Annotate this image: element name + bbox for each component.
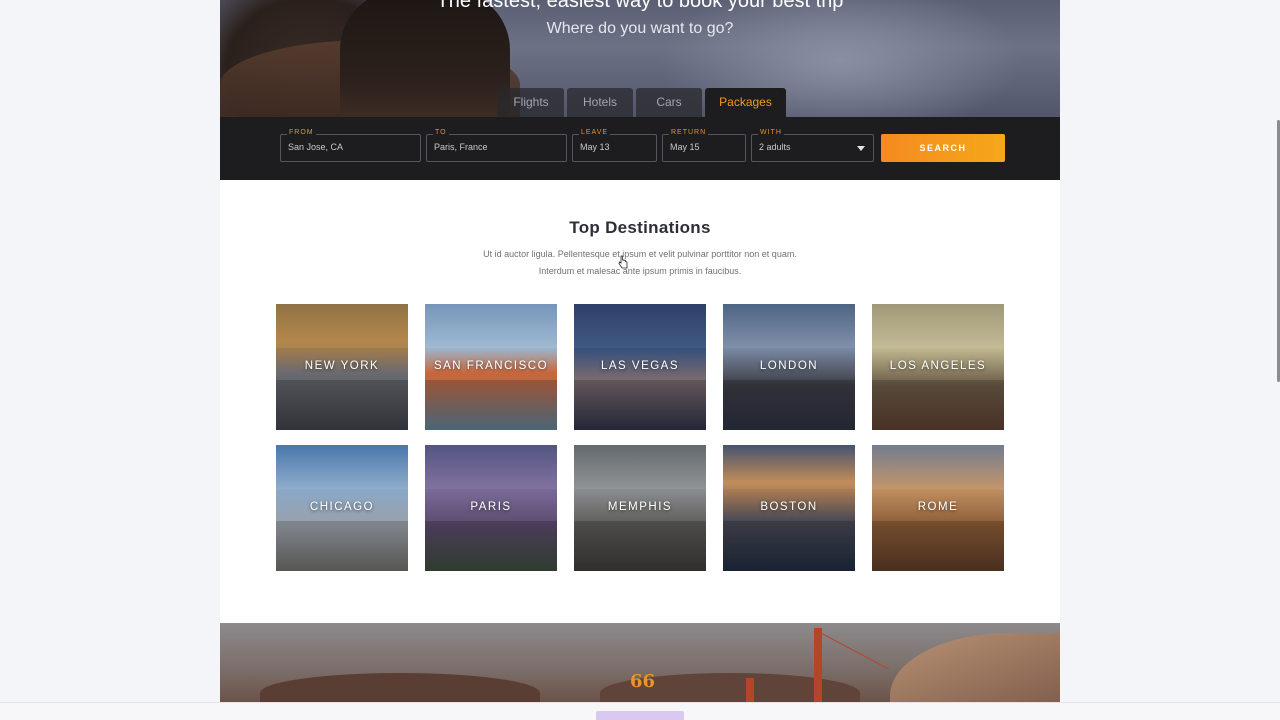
bottom-bar (0, 702, 1280, 720)
destination-name: MEMPHIS (607, 501, 673, 513)
section-description: Ut id auctor ligula. Pellentesque et ips… (220, 246, 1060, 280)
card-image-shade (425, 520, 557, 571)
destination-card-rome[interactable]: ROME (872, 445, 1004, 571)
card-image (276, 445, 408, 490)
hero-tagline: The fastest, easiest way to book your be… (436, 0, 844, 12)
destination-name: LOS ANGELES (889, 360, 987, 372)
testimonial-banner: 66 (220, 623, 1060, 703)
destination-name: CHICAGO (309, 501, 375, 513)
card-image-shade (872, 520, 1004, 571)
tab-hotels[interactable]: Hotels (567, 88, 633, 117)
destination-name: SAN FRANCISCO (433, 360, 549, 372)
card-image (872, 304, 1004, 349)
card-image (425, 445, 557, 490)
tab-cars[interactable]: Cars (636, 88, 702, 117)
description-line-2: Interdum et malesac ante ipsum primis in… (538, 266, 742, 276)
destination-card-london[interactable]: LONDON (723, 304, 855, 430)
card-image (723, 304, 855, 349)
destination-card-paris[interactable]: PARIS (425, 445, 557, 571)
hero-subtitle: Where do you want to go? (546, 20, 734, 37)
card-image-shade (276, 379, 408, 430)
destination-card-new-york[interactable]: NEW YORK (276, 304, 408, 430)
with-label: WITH (758, 128, 784, 138)
bridge-cable-image (817, 631, 889, 670)
destinations-grid: NEW YORK SAN FRANCISCO LAS VEGAS LONDON … (276, 304, 1004, 571)
destination-name: PARIS (470, 501, 512, 513)
destination-card-chicago[interactable]: CHICAGO (276, 445, 408, 571)
destination-name: LAS VEGAS (600, 360, 680, 372)
leave-value: May 13 (580, 142, 610, 152)
search-bar: FROM San Jose, CA TO Paris, France LEAVE… (220, 117, 1060, 180)
bottom-button[interactable] (596, 711, 684, 720)
to-label: TO (433, 128, 449, 138)
with-value: 2 adults (759, 142, 791, 152)
hill-image (260, 673, 540, 703)
bridge-tower-image (746, 678, 754, 703)
section-title: Top Destinations (569, 218, 711, 237)
destination-name: ROME (917, 501, 959, 513)
return-label: RETURN (669, 128, 709, 138)
cliff-image (890, 633, 1060, 703)
destination-card-las-vegas[interactable]: LAS VEGAS (574, 304, 706, 430)
destination-card-memphis[interactable]: MEMPHIS (574, 445, 706, 571)
card-image-shade (425, 379, 557, 430)
card-image-shade (276, 520, 408, 571)
description-line-1: Ut id auctor ligula. Pellentesque et ips… (483, 249, 797, 259)
return-value: May 15 (670, 142, 700, 152)
to-field[interactable]: TO Paris, France (426, 128, 567, 162)
from-value: San Jose, CA (288, 142, 344, 152)
dropdown-caret-icon (857, 146, 865, 151)
tab-packages[interactable]: Packages (705, 88, 786, 117)
leave-date-field[interactable]: LEAVE May 13 (572, 128, 657, 162)
card-image (872, 445, 1004, 490)
card-image (574, 304, 706, 349)
return-date-field[interactable]: RETURN May 15 (662, 128, 746, 162)
from-field[interactable]: FROM San Jose, CA (280, 128, 421, 162)
hand-cursor-icon (618, 255, 628, 269)
hero-person-image (340, 0, 510, 117)
card-image (723, 445, 855, 490)
quote-icon: 66 (630, 671, 656, 692)
booking-tabs: Flights Hotels Cars Packages (498, 88, 786, 117)
destination-card-los-angeles[interactable]: LOS ANGELES (872, 304, 1004, 430)
destination-name: NEW YORK (304, 360, 380, 372)
search-button[interactable]: SEARCH (881, 134, 1005, 162)
bridge-tower-image (814, 628, 822, 703)
destination-name: BOSTON (760, 501, 818, 513)
destination-name: LONDON (759, 360, 819, 372)
card-image-shade (723, 379, 855, 430)
to-value: Paris, France (434, 142, 488, 152)
card-image-shade (723, 520, 855, 571)
card-image-shade (574, 520, 706, 571)
tab-flights[interactable]: Flights (498, 88, 564, 117)
card-image (574, 445, 706, 490)
card-image (425, 304, 557, 349)
card-image-shade (574, 379, 706, 430)
hero-banner: The fastest, easiest way to book your be… (220, 0, 1060, 117)
card-image (276, 304, 408, 349)
travelers-select[interactable]: WITH 2 adults (751, 128, 874, 162)
destination-card-san-francisco[interactable]: SAN FRANCISCO (425, 304, 557, 430)
from-label: FROM (287, 128, 316, 138)
card-image-shade (872, 379, 1004, 430)
destination-card-boston[interactable]: BOSTON (723, 445, 855, 571)
top-destinations-section: Top Destinations Ut id auctor ligula. Pe… (220, 180, 1060, 623)
page: The fastest, easiest way to book your be… (0, 0, 1280, 720)
leave-label: LEAVE (579, 128, 611, 138)
